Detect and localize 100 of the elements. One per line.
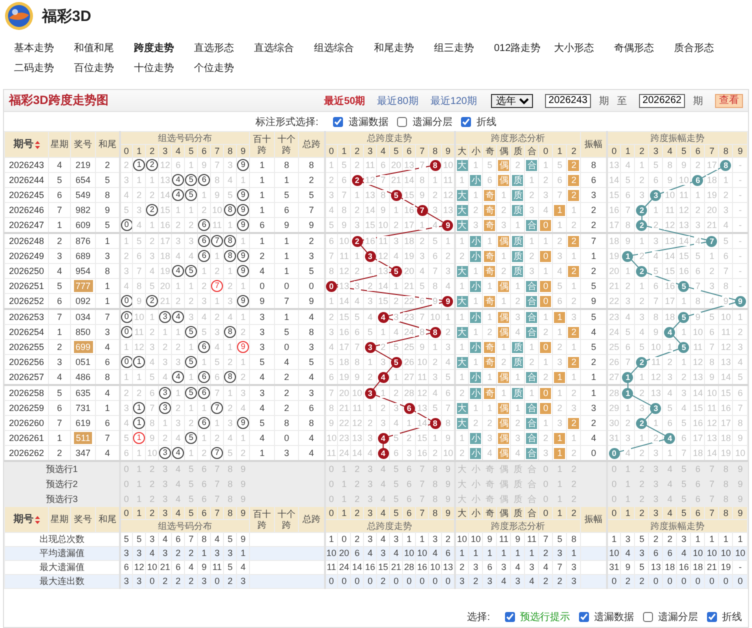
nav-link[interactable]: 和值和尾 (74, 41, 114, 55)
table-cell: 2 (366, 372, 374, 382)
table-cell: 3 (366, 432, 374, 442)
table-cell: 2 (638, 296, 646, 306)
nav-link[interactable]: 跨度走势 (134, 41, 174, 55)
table-cell: 5 (432, 402, 439, 412)
sort-icon[interactable] (34, 140, 40, 148)
table-cell: 2 (366, 280, 374, 290)
table-cell: 14 (416, 418, 428, 428)
table-cell: 9 (274, 218, 299, 233)
circled-number: 9 (238, 295, 249, 308)
table-cell: 13 (720, 356, 732, 366)
table-cell: 9 (708, 372, 716, 382)
nav-link[interactable]: 大小形态 (554, 41, 594, 55)
view-button[interactable]: 查看 (715, 94, 743, 108)
form-tag: 偶 (498, 174, 510, 186)
range-link[interactable]: 最近120期 (430, 94, 477, 108)
table-cell: 8 (380, 190, 387, 200)
amplitude-ball: 3 (650, 190, 662, 201)
table-cell: 1 (184, 278, 198, 294)
table-cell: 4 (250, 370, 275, 385)
circled-number: 6 (198, 387, 210, 400)
table-cell: 11 (132, 324, 146, 340)
table-cell: 6 (432, 250, 439, 260)
table-cell: 13 (442, 204, 454, 214)
checkbox[interactable] (397, 116, 408, 126)
form-tag: 2 (568, 174, 580, 186)
circled-number: 3 (160, 447, 171, 460)
circled-number: 6 (198, 219, 210, 232)
table-cell: 0 (324, 574, 338, 588)
checkbox[interactable] (707, 612, 717, 622)
table-cell: 2 (652, 432, 660, 442)
checkbox[interactable] (643, 612, 653, 622)
checkbox[interactable] (461, 116, 472, 126)
table-cell: 7 (340, 190, 348, 200)
nav-link[interactable]: 012路走势 (494, 41, 541, 55)
table-cell: 7 (552, 188, 567, 202)
checkbox[interactable] (333, 116, 344, 126)
table-cell: 7 (354, 342, 361, 352)
table-cell: 1 (366, 356, 374, 366)
table-cell: 2 (328, 312, 335, 322)
table-cell: 2 (566, 218, 581, 233)
form-tag: 大 (456, 296, 468, 307)
table-cell: 8 (274, 158, 299, 172)
table-cell: 3 (638, 402, 646, 412)
table-cell: 1 (392, 280, 400, 290)
nav-link[interactable]: 质合形态 (674, 41, 714, 55)
nav-link[interactable]: 组选综合 (314, 41, 354, 55)
nav-link[interactable]: 组三走势 (434, 41, 474, 55)
form-tag: 小 (470, 448, 482, 459)
nav-link[interactable]: 二码走势 (14, 61, 54, 75)
table-cell: 5 (210, 354, 224, 370)
column-header: 振幅 (580, 506, 607, 532)
table-cell: 27 (404, 372, 415, 382)
table-cell: 2 (566, 294, 581, 309)
nav-link[interactable]: 个位走势 (194, 61, 234, 75)
checkbox[interactable] (579, 612, 589, 622)
form-tag: 奇 (484, 388, 496, 399)
form-tag: 质 (512, 174, 524, 186)
range-link[interactable]: 最近80期 (377, 94, 418, 108)
table-cell: 8 (132, 278, 146, 294)
table-cell: 9 (380, 204, 387, 214)
table-cell: 2 (432, 448, 439, 458)
table-cell: 3 (392, 312, 400, 322)
table-cell: 6 (722, 250, 730, 260)
circled-number: 1 (134, 159, 145, 172)
table-cell: 1 (354, 190, 361, 200)
circled-number: 4 (172, 174, 184, 186)
table-cell: 1 (524, 340, 539, 354)
amplitude-ball: 2 (636, 356, 648, 368)
table-cell: 5 (666, 402, 674, 412)
circled-number: 5 (186, 326, 197, 338)
form-tag: 质 (512, 236, 524, 247)
nav-link[interactable]: 直选形态 (194, 41, 234, 55)
table-cell: 9 (444, 432, 452, 442)
checkbox[interactable] (505, 612, 515, 622)
table-cell: 16 (404, 204, 415, 214)
table-cell: 4 (392, 326, 400, 336)
sort-icon[interactable] (34, 516, 40, 524)
column-header: 0 (324, 506, 338, 520)
form-tag: 1 (554, 432, 566, 444)
period-to-field[interactable]: 2026262 (639, 94, 685, 108)
form-tag: 0 (540, 296, 552, 307)
year-select[interactable]: 选年 (491, 94, 533, 108)
period-from-field[interactable]: 2026243 (545, 94, 591, 108)
column-header: 0 (120, 506, 133, 520)
form-tag: 奇 (484, 266, 496, 277)
nav-link[interactable]: 十位走势 (134, 61, 174, 75)
nav-link[interactable]: 奇偶形态 (614, 41, 654, 55)
nav-link[interactable]: 基本走势 (14, 41, 54, 55)
table-cell: 10 (664, 190, 676, 200)
table-cell: 20 (390, 160, 402, 170)
table-cell: 10 (442, 160, 454, 170)
nav-link[interactable]: 百位走势 (74, 61, 114, 75)
range-link[interactable]: 最近50期 (324, 94, 366, 108)
table-cell: 2 (638, 448, 646, 458)
nav-link[interactable]: 直选综合 (254, 41, 294, 55)
nav-link[interactable]: 和尾走势 (374, 41, 414, 55)
table-cell: 1 (210, 294, 224, 309)
table-cell: 23 (608, 312, 620, 322)
